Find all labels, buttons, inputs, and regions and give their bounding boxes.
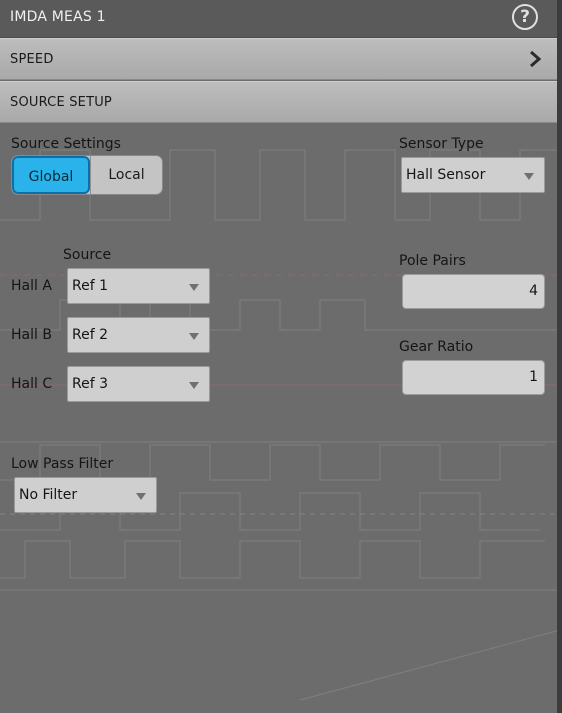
hall-a-label: Hall A (11, 278, 52, 294)
source-settings-label: Source Settings (11, 136, 121, 152)
gear-ratio-input[interactable]: 1 (402, 360, 545, 395)
title-bar: IMDA MEAS 1 ? (0, 0, 557, 38)
speed-section-label: SPEED (10, 52, 54, 67)
window-title: IMDA MEAS 1 (10, 9, 106, 25)
dropdown-arrow-icon (189, 333, 199, 340)
dropdown-arrow-icon (189, 284, 199, 291)
low-pass-filter-dropdown[interactable]: No Filter (14, 477, 157, 513)
hall-a-source-dropdown[interactable]: Ref 1 (67, 268, 210, 304)
pole-pairs-input[interactable]: 4 (402, 274, 545, 309)
source-setup-section-header[interactable]: SOURCE SETUP (0, 81, 557, 123)
sensor-type-dropdown[interactable]: Hall Sensor (401, 157, 545, 193)
global-option[interactable]: Global (12, 156, 90, 194)
speed-section-header[interactable]: SPEED (0, 38, 557, 80)
dropdown-arrow-icon (189, 382, 199, 389)
hall-c-source-value: Ref 3 (72, 376, 108, 392)
hall-b-source-value: Ref 2 (72, 327, 108, 343)
local-option[interactable]: Local (90, 156, 162, 194)
hall-b-label: Hall B (11, 327, 52, 343)
low-pass-filter-value: No Filter (19, 487, 78, 503)
chevron-right-icon[interactable] (527, 49, 543, 69)
dropdown-arrow-icon (136, 493, 146, 500)
hall-a-source-value: Ref 1 (72, 278, 108, 294)
low-pass-filter-label: Low Pass Filter (11, 456, 114, 472)
pole-pairs-label: Pole Pairs (399, 253, 466, 269)
source-setup-section-label: SOURCE SETUP (10, 95, 112, 110)
sensor-type-value: Hall Sensor (406, 167, 486, 183)
sensor-type-label: Sensor Type (399, 136, 484, 152)
hall-b-source-dropdown[interactable]: Ref 2 (67, 317, 210, 353)
gear-ratio-label: Gear Ratio (399, 339, 474, 355)
hall-c-source-dropdown[interactable]: Ref 3 (67, 366, 210, 402)
panel-edge (557, 0, 562, 713)
source-header: Source (63, 247, 112, 263)
hall-c-label: Hall C (11, 376, 53, 392)
source-settings-toggle[interactable]: Global Local (11, 155, 163, 195)
dropdown-arrow-icon (524, 173, 534, 180)
help-icon[interactable]: ? (512, 4, 538, 30)
